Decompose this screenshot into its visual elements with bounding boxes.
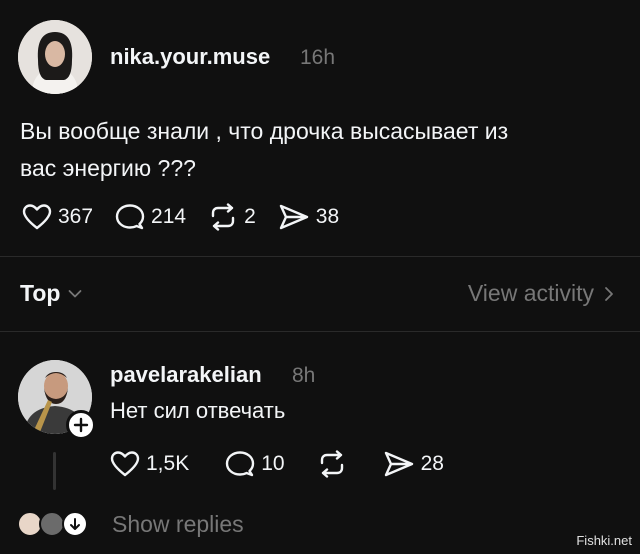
share-count: 38: [315, 205, 340, 228]
share-button[interactable]: 38: [278, 203, 339, 231]
show-replies-link[interactable]: Show replies: [112, 511, 244, 538]
reply-text: Нет сил отвечать: [110, 398, 286, 423]
comment-bubble-icon: [226, 451, 255, 477]
reply-comment-button[interactable]: 10: [225, 450, 285, 478]
arrow-down-icon: [70, 518, 80, 530]
comment-button[interactable]: 214: [115, 203, 186, 231]
comment-count: 214: [151, 205, 187, 228]
watermark: Fishki.net: [576, 533, 632, 548]
chevron-right-icon: [605, 286, 613, 301]
expand-replies-button[interactable]: [62, 511, 88, 537]
like-count: 367: [58, 205, 94, 228]
reply-comment-count: 10: [261, 452, 285, 475]
repost-count: 2: [244, 205, 256, 228]
view-activity-link[interactable]: View activity: [468, 280, 614, 307]
plus-icon: [73, 417, 89, 433]
reply-time: 8h: [292, 364, 316, 387]
chevron-down-icon: [69, 289, 82, 297]
comment-bubble-icon: [115, 204, 145, 230]
reply-actions: 1,5K 10 28: [110, 450, 466, 478]
author-avatar[interactable]: [18, 20, 92, 94]
sort-dropdown[interactable]: Top: [20, 280, 82, 307]
post-actions: 367 214 2 38: [22, 203, 361, 231]
sort-label: Top: [20, 280, 61, 306]
send-arrow-icon: [384, 451, 413, 477]
reply-like-button[interactable]: 1,5K: [110, 450, 189, 478]
reply-share-button[interactable]: 28: [383, 450, 444, 478]
post-text-line: вас энергию ???: [20, 155, 196, 181]
heart-icon: [22, 204, 52, 230]
reply-username[interactable]: pavelarakelian: [110, 362, 262, 388]
author-username[interactable]: nika.your.muse: [110, 44, 270, 70]
follow-button[interactable]: [66, 410, 96, 440]
divider: [0, 256, 640, 257]
post-time: 16h: [300, 46, 336, 69]
thread-line: [53, 452, 56, 490]
post-text-line: Вы вообще знали , что дрочка высасывает …: [20, 118, 509, 144]
repost-arrows-icon: [320, 450, 343, 478]
view-activity-label: View activity: [467, 280, 594, 306]
replies-header: Top View activity: [20, 280, 620, 310]
post-text: Вы вообще знали , что дрочка высасывает …: [20, 113, 620, 187]
repost-button[interactable]: 2: [208, 203, 256, 231]
reply-like-count: 1,5K: [146, 452, 190, 475]
heart-icon: [110, 451, 140, 477]
reply-share-count: 28: [420, 452, 444, 475]
repost-arrows-icon: [211, 203, 235, 231]
send-arrow-icon: [279, 204, 308, 230]
divider: [0, 331, 640, 332]
reply-repost-button[interactable]: [317, 450, 347, 478]
like-button[interactable]: 367: [22, 203, 93, 231]
author-avatar-image: [18, 20, 92, 94]
